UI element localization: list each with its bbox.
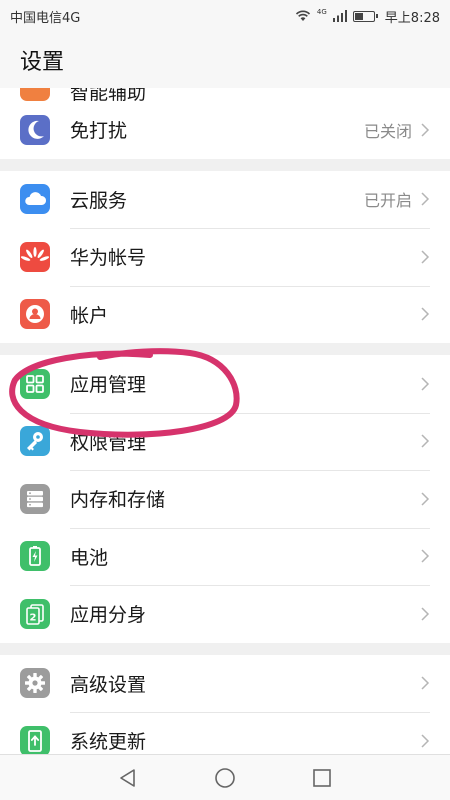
chevron-right-icon [421, 434, 430, 448]
app-header: 设置 [0, 32, 450, 88]
list-item[interactable]: 内存和存储 [0, 470, 450, 528]
app-twin-icon: 2 [20, 598, 50, 629]
gear-icon [20, 668, 50, 699]
list-item[interactable]: 高级设置 [0, 655, 450, 713]
chevron-right-icon [421, 250, 430, 264]
chevron-right-icon [421, 676, 430, 690]
chevron-right-icon [421, 607, 430, 621]
chevron-right-icon [421, 123, 430, 137]
list-item[interactable]: 电池 [0, 527, 450, 586]
list-item-label: 高级设置 [70, 673, 147, 696]
list-item-label: 应用管理 [70, 374, 147, 397]
chevron-right-icon [421, 192, 430, 206]
list-item[interactable]: 系统更新 [0, 712, 450, 754]
battery-status-icon [352, 10, 378, 22]
list-item-label: 电池 [70, 546, 109, 569]
list-item-label: 应用分身 [70, 604, 147, 627]
list-item-label: 内存和存储 [70, 489, 166, 512]
moon-icon [20, 114, 50, 145]
list-item[interactable]: 权限管理 [0, 412, 450, 471]
settings-group-partial: 智能辅助 [0, 88, 450, 101]
navigation-bar [0, 754, 450, 800]
settings-group: 免打扰 已关闭 [0, 101, 450, 159]
svg-text:2: 2 [30, 612, 37, 623]
status-bar: 中国电信4G 4G 早上8:28 [0, 0, 450, 32]
huawei-icon [20, 241, 50, 272]
status-text: 已开启 [363, 191, 412, 211]
page-title: 设置 [20, 50, 65, 75]
list-item-label: 免打扰 [70, 120, 128, 143]
apps-grid-icon [20, 368, 50, 399]
home-button[interactable] [214, 767, 236, 789]
group-separator [0, 343, 450, 355]
list-item-partial[interactable]: 智能辅助 [0, 88, 450, 101]
signal-icon [332, 10, 347, 22]
settings-group: 云服务 已开启华为帐号帐户 [0, 170, 450, 344]
battery-icon [20, 541, 50, 572]
list-item[interactable]: 帐户 [0, 285, 450, 344]
list-item-label: 华为帐号 [70, 247, 147, 270]
status-icons: 4G 早上8:28 [295, 7, 440, 26]
group-separator [0, 642, 450, 655]
settings-group: 应用管理权限管理内存和存储电池 2 应用分身 [0, 355, 450, 643]
list-item[interactable]: 应用管理 [0, 355, 450, 413]
orange-assist-icon [20, 88, 50, 101]
settings-groups: 免打扰 已关闭云服务 已开启华为帐号帐户应用管理权限管理内存和存储电池 2 应用分身高级… [0, 101, 450, 754]
user-icon [20, 299, 50, 330]
group-separator [0, 158, 450, 171]
clock: 早上8:28 [384, 10, 440, 26]
wifi-icon [295, 10, 310, 21]
chevron-right-icon [421, 734, 430, 748]
back-button[interactable] [117, 767, 139, 789]
carrier-name: 中国电信4G [10, 10, 81, 26]
chevron-right-icon [421, 377, 430, 391]
list-item-label: 权限管理 [70, 431, 147, 454]
list-item[interactable]: 华为帐号 [0, 228, 450, 286]
status-text: 已关闭 [363, 121, 412, 141]
list-item-label: 云服务 [70, 189, 128, 212]
chevron-right-icon [421, 492, 430, 506]
list-item[interactable]: 云服务 已开启 [0, 171, 450, 229]
storage-icon [20, 483, 50, 514]
settings-list[interactable]: 智能辅助 免打扰 已关闭 云服务 已开启 华为帐号 帐户 应用管理 权限管理 内存和存储 电池 2 应… [0, 88, 450, 754]
system-update-icon [20, 725, 50, 754]
list-item-label: 智能辅助 [70, 88, 147, 101]
settings-group: 高级设置 系统更新 [0, 654, 450, 754]
cloud-icon [20, 184, 50, 215]
key-icon [20, 426, 50, 457]
list-item-label: 帐户 [70, 304, 109, 327]
list-item-label: 系统更新 [70, 731, 147, 754]
list-item[interactable]: 2 应用分身 [0, 585, 450, 643]
recents-button[interactable] [311, 767, 333, 789]
list-item[interactable]: 免打扰 已关闭 [0, 101, 450, 159]
chevron-right-icon [421, 549, 430, 563]
network-type-label: 4G [316, 8, 327, 16]
chevron-right-icon [421, 307, 430, 321]
